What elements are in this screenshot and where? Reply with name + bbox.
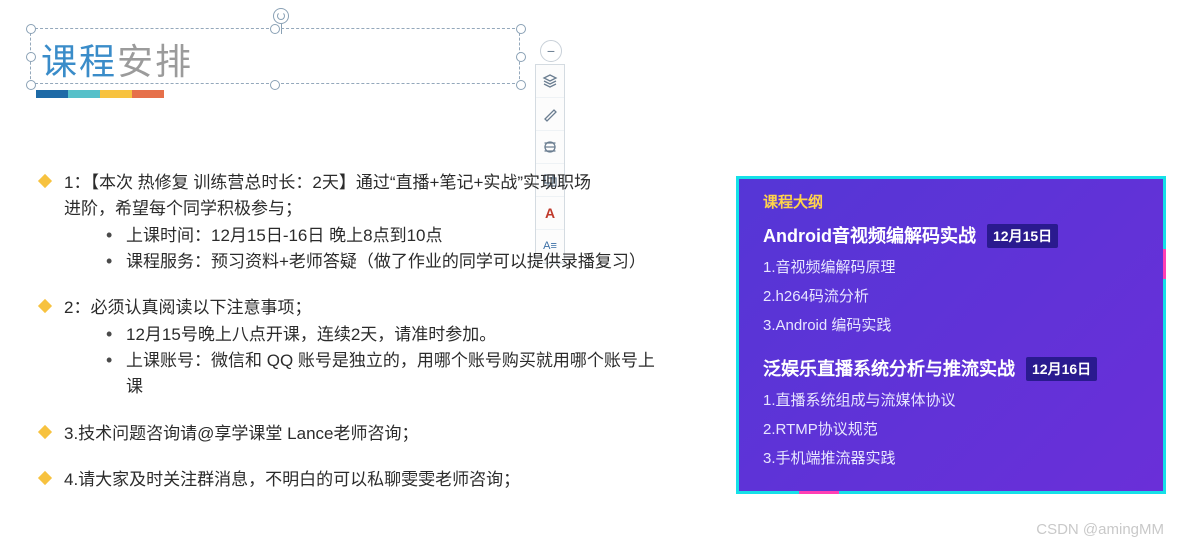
card-tick (799, 491, 839, 494)
zoom-out-button[interactable]: − (540, 40, 562, 62)
item3-text: 3.技术问题咨询请@享学课堂 Lance老师咨询； (64, 424, 418, 443)
item1-sub1-text: 上课时间：12月15日-16日 晚上8点到10点 (126, 226, 442, 245)
selection-handle[interactable] (270, 24, 280, 34)
section2-date-badge: 12月16日 (1026, 357, 1097, 381)
item1-sub2-text: 课程服务：预习资料+老师答疑（做了作业的同学可以提供录播复习） (126, 252, 646, 271)
item2-sub2b-text: 课 (126, 377, 143, 396)
sub-item: 课程服务：预习资料+老师答疑（做了作业的同学可以提供录播复习） (106, 249, 696, 275)
section2-title: 泛娱乐直播系统分析与推流实战 12月16日 (763, 355, 1139, 381)
item2-sub1-text: 12月15号晚上八点开课，连续2天，请准时参加。 (126, 325, 496, 344)
item1-text-b: 进阶，希望每个同学积极参与； (64, 199, 302, 218)
layers-icon[interactable] (536, 65, 564, 98)
align-icon[interactable] (536, 131, 564, 164)
section1-date-badge: 12月15日 (987, 224, 1058, 248)
section1-title: Android音视频编解码实战 12月15日 (763, 222, 1139, 248)
diamond-bullet-icon (38, 299, 52, 313)
selection-handle[interactable] (26, 24, 36, 34)
diamond-bullet-icon (38, 425, 52, 439)
section2-row2: 2.RTMP协议规范 (763, 418, 1139, 439)
item1-text-a: 1：【本次 热修复 训练营总时长：2天】通过“直播+笔记+实战”实现职场 (64, 173, 591, 192)
underline-segment (100, 90, 132, 98)
section1-row3: 3.Android 编码实践 (763, 314, 1139, 335)
item2-sub2a-text: 上课账号：微信和 QQ 账号是独立的，用哪个账号购买就用哪个账号上 (126, 351, 655, 370)
course-outline-card: 课程大纲 Android音视频编解码实战 12月15日 1.音视频编解码原理 2… (736, 176, 1166, 494)
brush-icon[interactable] (536, 98, 564, 131)
section1-row1: 1.音视频编解码原理 (763, 256, 1139, 277)
item2-text: 2：必须认真阅读以下注意事项； (64, 298, 311, 317)
card-tick (736, 433, 739, 451)
card-header: 课程大纲 (763, 191, 1139, 212)
underline-segment (132, 90, 164, 98)
underline-segment (36, 90, 68, 98)
card-tick (1163, 249, 1166, 279)
title-textbox[interactable]: 课程安排 (30, 28, 520, 84)
bullet-item-4: 4.请大家及时关注群消息，不明白的可以私聊雯雯老师咨询； (36, 467, 696, 493)
section1-title-text: Android音视频编解码实战 (763, 226, 976, 246)
bullet-item-2: 2：必须认真阅读以下注意事项； 12月15号晚上八点开课，连续2天，请准时参加。… (36, 295, 696, 400)
sub-item: 12月15号晚上八点开课，连续2天，请准时参加。 (106, 322, 696, 348)
sub-item: 上课账号：微信和 QQ 账号是独立的，用哪个账号购买就用哪个账号上 课 (106, 348, 696, 401)
zoom-out-label: − (547, 43, 555, 59)
underline-segment (68, 90, 100, 98)
bullet-item-3: 3.技术问题咨询请@享学课堂 Lance老师咨询； (36, 421, 696, 447)
selection-handle[interactable] (270, 80, 280, 90)
bullet-item-1: 1：【本次 热修复 训练营总时长：2天】通过“直播+笔记+实战”实现职场 进阶，… (36, 170, 696, 275)
section1-row2: 2.h264码流分析 (763, 285, 1139, 306)
card-tick (1063, 491, 1103, 494)
title-part1: 课程 (41, 41, 117, 82)
selection-handle[interactable] (516, 24, 526, 34)
selection-handle[interactable] (26, 80, 36, 90)
content-area: 1：【本次 热修复 训练营总时长：2天】通过“直播+笔记+实战”实现职场 进阶，… (36, 170, 696, 503)
watermark: CSDN @amingMM (1036, 521, 1164, 538)
card-tick (736, 219, 739, 237)
slide-canvas: − 课程安排 A A≡ 1：【本次 热修复 训练营总时长 (0, 0, 1184, 544)
section2-row3: 3.手机端推流器实践 (763, 447, 1139, 468)
diamond-bullet-icon (38, 174, 52, 188)
selection-handle[interactable] (26, 52, 36, 62)
sub-item: 上课时间：12月15日-16日 晚上8点到10点 (106, 223, 696, 249)
card-tick (1163, 411, 1166, 441)
selection-handle[interactable] (516, 52, 526, 62)
item4-text: 4.请大家及时关注群消息，不明白的可以私聊雯雯老师咨询； (64, 470, 520, 489)
diamond-bullet-icon (38, 471, 52, 485)
title-underline (36, 90, 164, 98)
title-part2: 安排 (117, 41, 193, 82)
selection-handle[interactable] (516, 80, 526, 90)
section2-title-text: 泛娱乐直播系统分析与推流实战 (763, 359, 1015, 379)
section2-row1: 1.直播系统组成与流媒体协议 (763, 389, 1139, 410)
